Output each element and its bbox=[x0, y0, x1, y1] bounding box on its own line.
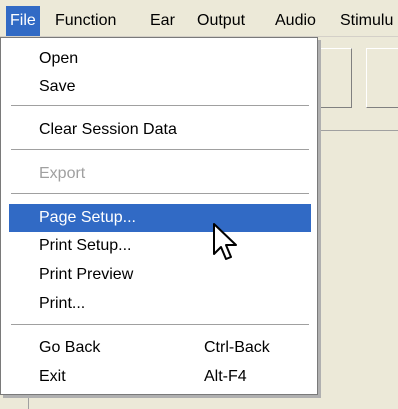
menu-bar: File Function Ear Output Audio Stimulu bbox=[0, 0, 398, 37]
menu-item-label: Page Setup... bbox=[39, 209, 136, 226]
menu-ear[interactable]: Ear bbox=[150, 9, 175, 33]
toolbar-button-2[interactable] bbox=[366, 48, 398, 108]
menu-item-label: Open bbox=[39, 50, 79, 67]
file-dropdown-menu: Open Save Clear Session Data Export Page… bbox=[0, 37, 318, 395]
menu-item-label: Print... bbox=[39, 295, 86, 312]
arrow-pointer-icon bbox=[213, 223, 237, 260]
menu-file[interactable]: File bbox=[6, 6, 40, 36]
menu-separator bbox=[11, 149, 309, 151]
menu-separator bbox=[11, 105, 309, 107]
menu-item-open[interactable]: Open bbox=[9, 45, 311, 73]
menu-output[interactable]: Output bbox=[197, 9, 245, 33]
menu-function[interactable]: Function bbox=[55, 9, 116, 33]
menu-separator bbox=[11, 324, 309, 326]
panel-divider bbox=[318, 130, 398, 131]
menu-item-export: Export bbox=[9, 160, 311, 188]
menu-item-label: Print Setup... bbox=[39, 237, 132, 254]
menu-item-label: Exit bbox=[39, 368, 66, 385]
menu-item-print-preview[interactable]: Print Preview bbox=[9, 261, 311, 289]
menu-item-label: Export bbox=[39, 165, 86, 182]
menu-item-print-setup[interactable]: Print Setup... bbox=[9, 232, 311, 260]
menu-stimulus[interactable]: Stimulu bbox=[340, 9, 393, 33]
panel-edge bbox=[28, 395, 29, 409]
menu-item-exit[interactable]: Exit Alt-F4 bbox=[9, 363, 311, 391]
menu-item-print[interactable]: Print... bbox=[9, 290, 311, 318]
menu-item-label: Print Preview bbox=[39, 266, 134, 283]
menu-item-go-back[interactable]: Go Back Ctrl-Back bbox=[9, 334, 311, 362]
menu-item-page-setup[interactable]: Page Setup... bbox=[9, 204, 311, 232]
menu-item-label: Clear Session Data bbox=[39, 121, 177, 138]
menu-audio[interactable]: Audio bbox=[275, 9, 316, 33]
menu-separator bbox=[11, 193, 309, 195]
menu-item-clear-session-data[interactable]: Clear Session Data bbox=[9, 116, 311, 144]
menu-item-shortcut: Alt-F4 bbox=[204, 368, 247, 385]
menu-item-label: Save bbox=[39, 78, 76, 95]
menu-item-shortcut: Ctrl-Back bbox=[204, 339, 270, 356]
menu-item-label: Go Back bbox=[39, 339, 101, 356]
menu-item-save[interactable]: Save bbox=[9, 73, 311, 101]
